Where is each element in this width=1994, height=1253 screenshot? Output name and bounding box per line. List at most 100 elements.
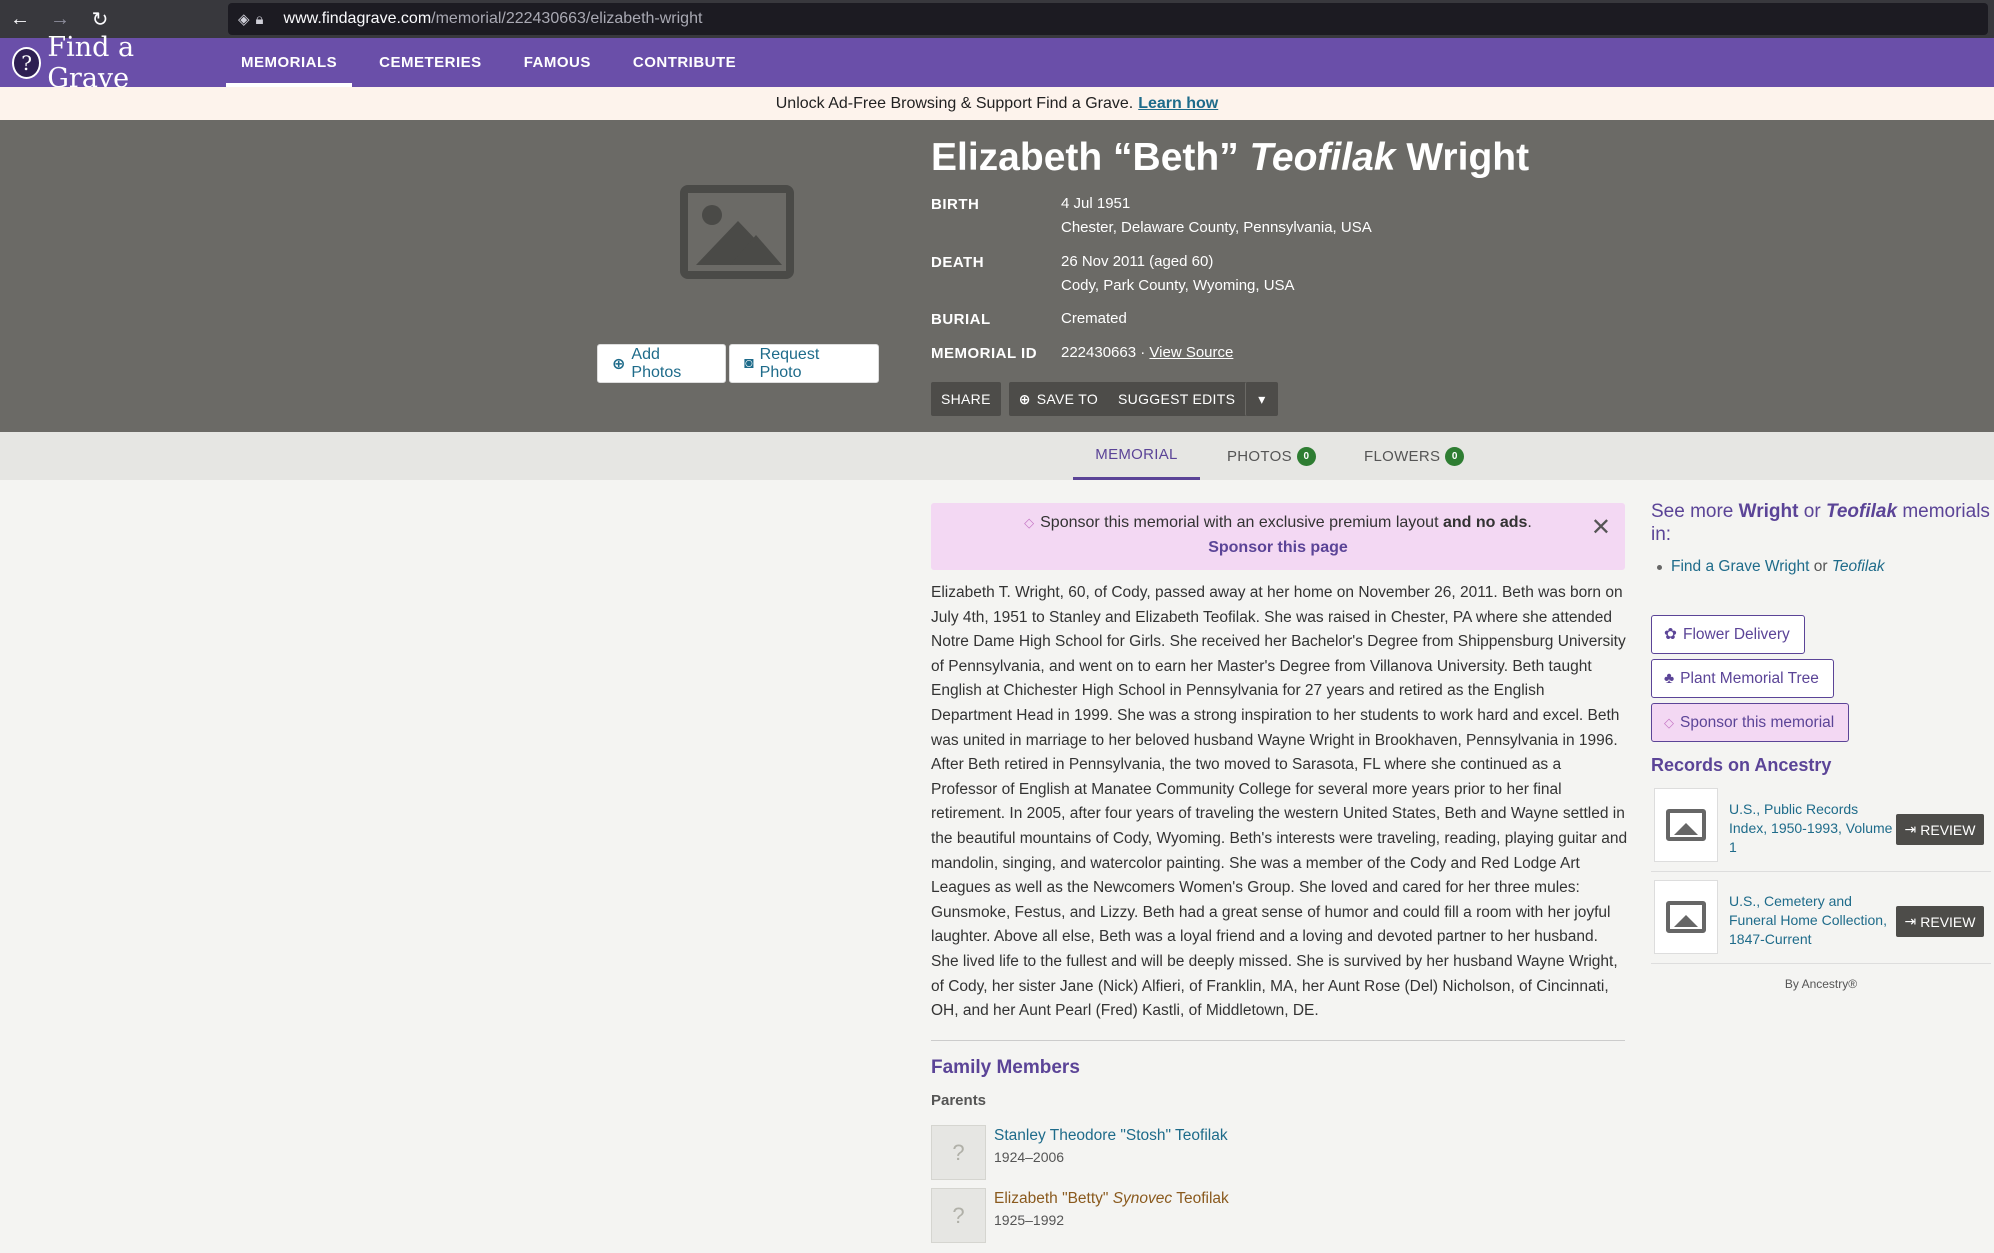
site-header: ? Find a Grave MEMORIALS CEMETERIES FAMO… (0, 32, 1994, 94)
sponsor-bold: and no ads (1442, 514, 1528, 531)
sponsor-text: Sponsor this memorial with an exclusive … (1040, 514, 1439, 531)
birth-date: 4 Jul 1951 (1061, 195, 1131, 212)
add-photos-label: Add Photos (631, 345, 682, 381)
flower-icon: ✿ (1664, 626, 1677, 643)
tab-photos[interactable]: PHOTOS 0 (1227, 432, 1316, 480)
main-nav: MEMORIALS CEMETERIES FAMOUS CONTRIBUTE (220, 38, 757, 87)
sponsor-memorial-label: Sponsor this memorial (1680, 713, 1835, 731)
memorial-id-label: MEMORIAL ID (931, 345, 1038, 362)
tab-memorial[interactable]: MEMORIAL (1073, 432, 1200, 480)
find-a-grave-surname-link[interactable]: Find a Grave Wright or Teofilak (1657, 558, 1885, 576)
parents-label: Parents (931, 1092, 987, 1109)
gem-icon: ◇ (1024, 515, 1035, 530)
ad-free-promo: Unlock Ad-Free Browsing & Support Find a… (0, 87, 1994, 120)
father-dates: 1924–2006 (994, 1149, 1065, 1165)
record-title-link[interactable]: U.S., Cemetery and Funeral Home Collecti… (1729, 892, 1897, 949)
suggest-edits-button[interactable]: SUGGEST EDITS (1108, 382, 1245, 416)
see-more-name1: Wright (1738, 501, 1799, 522)
father-name[interactable]: Stanley Theodore "Stosh" Teofilak (994, 1127, 1228, 1145)
death-date: 26 Nov 2011 (aged 60) (1061, 253, 1214, 270)
records-on-ancestry-title: Records on Ancestry (1651, 755, 1832, 775)
promo-text: Unlock Ad-Free Browsing & Support Find a… (775, 94, 1134, 112)
image-placeholder-icon (1654, 788, 1718, 862)
close-icon[interactable]: ✕ (1591, 513, 1611, 542)
plus-circle-icon: ⊕ (612, 355, 626, 373)
ancestry-record: U.S., Cemetery and Funeral Home Collecti… (1651, 876, 1991, 964)
view-source-link[interactable]: View Source (1149, 344, 1233, 361)
photos-count-badge: 0 (1296, 446, 1316, 466)
tree-icon: ♣ (1664, 669, 1675, 687)
death-label: DEATH (931, 254, 985, 271)
memorial-id: 222430663 · (1061, 344, 1146, 361)
arrow-in-icon: ⇥ (1904, 821, 1917, 837)
see-more-name2: Teofilak (1825, 501, 1898, 522)
learn-how-link[interactable]: Learn how (1138, 95, 1218, 113)
family-member-mother[interactable]: ? Elizabeth "Betty" Synovec Teofilak 192… (931, 1188, 1491, 1244)
review-button[interactable]: ⇥ REVIEW (1896, 906, 1984, 937)
nav-cemeteries[interactable]: CEMETERIES (364, 38, 497, 87)
family-member-father[interactable]: ? Stanley Theodore "Stosh" Teofilak 1924… (931, 1125, 1491, 1181)
arrow-in-icon: ⇥ (1904, 913, 1917, 929)
birth-place: Chester, Delaware County, Pennsylvania, … (1061, 219, 1372, 236)
memorial-name: Elizabeth “Beth” Teofilak Wright (931, 136, 1529, 180)
record-title-link[interactable]: U.S., Public Records Index, 1950-1993, V… (1729, 800, 1897, 857)
headstone-placeholder-icon: ? (931, 1125, 986, 1180)
share-button[interactable]: SHARE (931, 382, 1001, 416)
save-to-button[interactable]: ⊕ SAVE TO (1009, 382, 1108, 416)
review-label: REVIEW (1920, 913, 1976, 930)
section-divider (931, 1040, 1625, 1041)
see-more-or: or (1803, 501, 1821, 522)
review-label: REVIEW (1920, 821, 1976, 838)
request-photo-label: Request Photo (759, 345, 820, 381)
tab-flowers[interactable]: FLOWERS 0 (1364, 432, 1465, 480)
flowers-count-badge: 0 (1445, 446, 1465, 466)
caret-down-icon[interactable]: ▾ (1245, 382, 1277, 416)
image-placeholder-icon (1654, 880, 1718, 954)
tab-flowers-label: FLOWERS (1364, 447, 1441, 465)
url-path: /memorial/222430663/elizabeth-wright (431, 10, 703, 27)
mother-name[interactable]: Elizabeth "Betty" Synovec Teofilak (994, 1190, 1229, 1208)
nav-famous[interactable]: FAMOUS (509, 38, 606, 87)
birth-label: BIRTH (931, 196, 980, 213)
sponsor-banner: ◇ Sponsor this memorial with an exclusive… (931, 503, 1625, 570)
memorial-tabs: MEMORIAL PHOTOS 0 FLOWERS 0 (0, 432, 1994, 480)
request-photo-button[interactable]: ◙ Request Photo (729, 344, 879, 383)
mother-last: Teofilak (1176, 1190, 1229, 1207)
burial-value: Cremated (1061, 310, 1127, 327)
plant-tree-label: Plant Memorial Tree (1680, 669, 1819, 687)
image-placeholder-icon (680, 185, 794, 279)
save-suggest-group: ⊕ SAVE TO SUGGEST EDITS ▾ (1008, 382, 1278, 416)
burial-label: BURIAL (931, 311, 991, 328)
find-a-grave-logo[interactable]: ? Find a Grave (12, 32, 220, 94)
add-photos-button[interactable]: ⊕ Add Photos (597, 344, 726, 383)
mother-maiden: Synovec (1112, 1190, 1173, 1207)
url-bar[interactable]: ◈🔒︎ www.findagrave.com/memorial/22243066… (228, 3, 1988, 35)
see-more-title: See more Wright or Teofilak memorials in… (1651, 500, 1991, 546)
shield-lock-icon: ◈🔒︎ (238, 11, 270, 28)
death-place: Cody, Park County, Wyoming, USA (1061, 277, 1295, 294)
logo-text: Find a Grave (47, 31, 135, 94)
by-ancestry-note: By Ancestry® (1784, 977, 1858, 991)
save-to-label: SAVE TO (1036, 391, 1099, 407)
mother-dates: 1925–1992 (994, 1212, 1065, 1228)
sponsor-page-link[interactable]: Sponsor this page (931, 539, 1625, 557)
nav-memorials[interactable]: MEMORIALS (226, 38, 353, 87)
nav-contribute[interactable]: CONTRIBUTE (618, 38, 751, 87)
sponsor-memorial-button[interactable]: ◇ Sponsor this memorial (1651, 703, 1850, 742)
name-maiden: Teofilak (1249, 136, 1396, 179)
gem-icon: ◇ (1664, 714, 1674, 730)
ancestry-record: U.S., Public Records Index, 1950-1993, V… (1651, 784, 1991, 872)
flower-delivery-button[interactable]: ✿ Flower Delivery (1651, 615, 1805, 654)
plant-tree-button[interactable]: ♣ Plant Memorial Tree (1651, 659, 1834, 698)
url-domain: www.findagrave.com (283, 10, 432, 27)
see-more-pre: See more (1651, 501, 1734, 522)
link-name: Teofilak (1831, 558, 1885, 575)
mother-first: Elizabeth "Betty" (994, 1190, 1109, 1207)
flower-delivery-label: Flower Delivery (1683, 625, 1790, 643)
camera-icon: ◙ (744, 354, 754, 372)
review-button[interactable]: ⇥ REVIEW (1896, 814, 1984, 845)
family-members-title: Family Members (931, 1057, 1080, 1078)
memorial-actions: SHARE ⊕ SAVE TO SUGGEST EDITS ▾ (931, 382, 1278, 416)
headstone-placeholder-icon: ? (931, 1188, 986, 1243)
plus-circle-icon: ⊕ (1018, 390, 1031, 407)
